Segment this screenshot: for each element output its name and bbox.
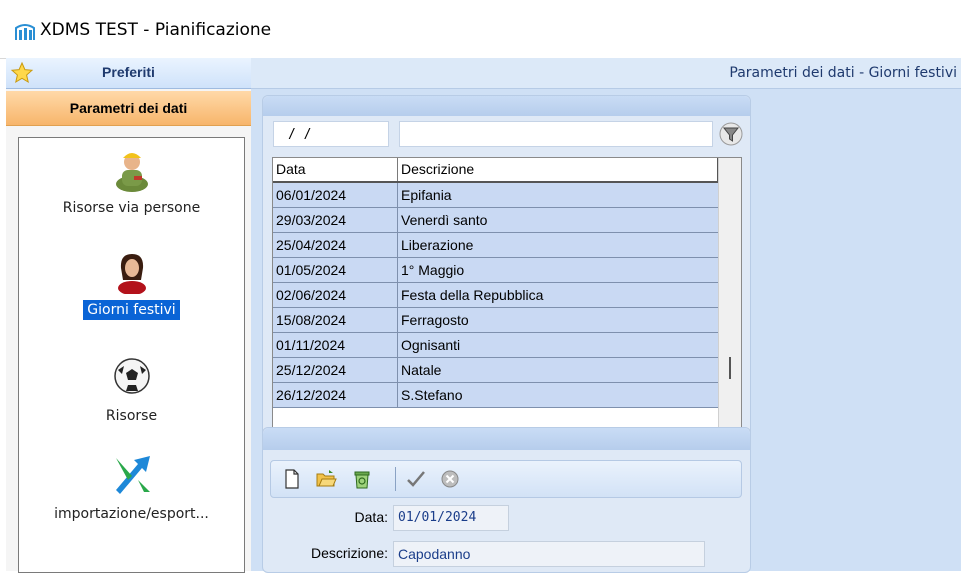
description-field[interactable]: Capodanno [393,541,705,567]
toolbar-separator [395,467,396,491]
description-label: Descrizione: [310,545,388,561]
holidays-table: Data Descrizione 06/01/2024 Epifania 29/… [272,157,742,449]
section-label: Parametri dei dati [69,100,188,116]
holidays-grid-panel: / / Data Descrizione 06/01/2024 Epifania… [262,95,751,479]
cell-data: 02/06/2024 [273,283,398,307]
detail-panel-header [263,428,750,450]
cell-data: 26/12/2024 [273,383,398,407]
table-vertical-scrollbar[interactable] [718,158,741,448]
main-header: Parametri dei dati - Giorni festivi [251,58,961,89]
sidebar: Preferiti Parametri dei dati Risorse via… [6,58,251,573]
table-row[interactable]: 02/06/2024 Festa della Repubblica [273,283,719,308]
sidebar-item-label: Risorse [105,408,158,424]
cell-descrizione: S.Stefano [398,383,719,407]
cell-data: 15/08/2024 [273,308,398,332]
main-content: Parametri dei dati - Giorni festivi / / … [251,58,961,573]
cell-descrizione: Ferragosto [398,308,719,332]
cell-descrizione: Festa della Repubblica [398,283,719,307]
recycle-bin-icon[interactable] [351,468,373,490]
date-filter-input[interactable]: / / [273,121,389,147]
table-row[interactable]: 06/01/2024 Epifania [273,183,719,208]
table-header: Data Descrizione [273,158,719,183]
cell-descrizione: Epifania [398,183,719,207]
favorites-label: Preferiti [102,64,155,80]
sidebar-item-label: Giorni festivi [83,300,180,320]
cell-data: 01/05/2024 [273,258,398,282]
worker-person-icon [115,153,148,192]
table-row[interactable]: 25/12/2024 Natale [273,358,719,383]
import-export-icon [115,456,150,494]
data-field[interactable]: 01/01/2024 [393,505,509,531]
filter-funnel-icon[interactable] [719,122,743,146]
detail-toolbar [270,460,742,498]
title-bar: XDMS TEST - Pianificazione [0,0,961,59]
table-row[interactable]: 25/04/2024 Liberazione [273,233,719,258]
cell-data: 06/01/2024 [273,183,398,207]
sidebar-item-giorni-festivi[interactable]: Giorni festivi [19,246,244,320]
detail-panel: Data: 01/01/2024 Descrizione: Capodanno [262,427,751,573]
table-row[interactable]: 29/03/2024 Venerdì santo [273,208,719,233]
soccer-ball-icon [113,358,150,394]
cell-data: 01/11/2024 [273,333,398,357]
window-title: XDMS TEST - Pianificazione [40,20,272,40]
cell-data: 29/03/2024 [273,208,398,232]
sidebar-item-risorse[interactable]: Risorse [19,352,244,426]
section-header[interactable]: Parametri dei dati [6,91,251,126]
sidebar-item-risorse-via-persone[interactable]: Risorse via persone [19,144,244,218]
cell-data: 25/04/2024 [273,233,398,257]
checkmark-icon[interactable] [405,468,427,490]
table-row[interactable]: 26/12/2024 S.Stefano [273,383,719,408]
table-row[interactable]: 15/08/2024 Ferragosto [273,308,719,333]
cancel-icon[interactable] [439,468,461,490]
sidebar-item-label: importazione/esport... [54,506,209,522]
app-logo-icon [15,24,35,40]
favorites-header[interactable]: Preferiti [6,58,251,89]
page-title: Parametri dei dati - Giorni festivi [729,65,957,81]
woman-avatar-icon [117,254,146,294]
table-row[interactable]: 01/05/2024 1° Maggio [273,258,719,283]
data-label: Data: [354,509,388,525]
open-folder-icon[interactable] [315,468,337,490]
sidebar-item-label: Risorse via persone [62,200,201,216]
cell-data: 25/12/2024 [273,358,398,382]
grid-panel-header [263,96,750,116]
sidebar-item-importazione[interactable]: importazione/esport... [19,450,244,524]
column-header-data[interactable]: Data [273,158,398,181]
description-filter-input[interactable] [399,121,713,147]
cell-descrizione: 1° Maggio [398,258,719,282]
sidebar-items-panel: Risorse via persone Giorni festivi Risor… [18,137,245,573]
cell-descrizione: Ognisanti [398,333,719,357]
cell-descrizione: Venerdì santo [398,208,719,232]
cell-descrizione: Natale [398,358,719,382]
cell-descrizione: Liberazione [398,233,719,257]
table-row[interactable]: 01/11/2024 Ognisanti [273,333,719,358]
new-document-icon[interactable] [281,468,303,490]
scrollbar-thumb[interactable] [729,357,731,379]
column-header-descrizione[interactable]: Descrizione [398,158,719,181]
